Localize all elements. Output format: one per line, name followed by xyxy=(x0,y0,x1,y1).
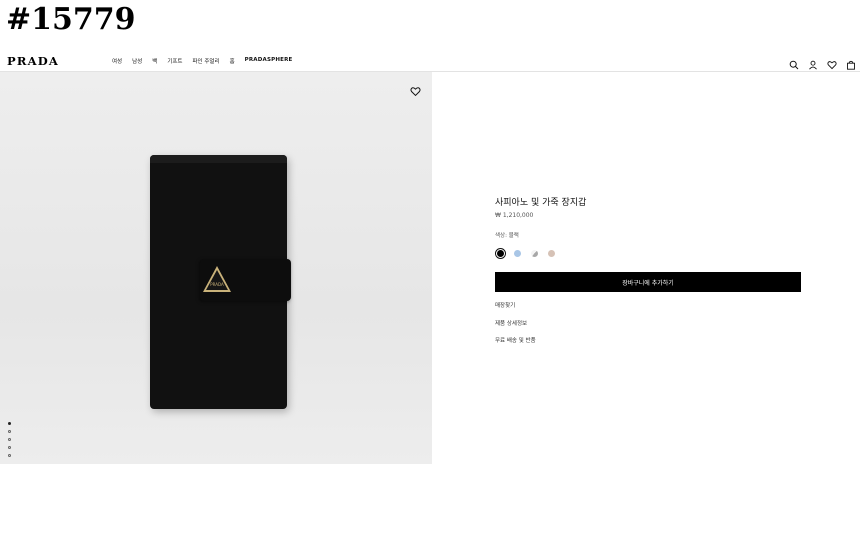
product-details-link[interactable]: 제품 상세정보 xyxy=(495,319,527,327)
screenshot-id-label: #15779 xyxy=(6,2,136,37)
gallery-dot[interactable] xyxy=(8,454,11,457)
product-page: #15779 PRADA 여성 남성 백 기프트 파인 주얼리 홈 PRADAS… xyxy=(0,0,860,539)
user-icon[interactable] xyxy=(808,55,818,70)
heart-icon[interactable] xyxy=(827,55,837,70)
color-swatch-light-blue[interactable] xyxy=(512,248,523,259)
svg-text:PRADA: PRADA xyxy=(210,282,224,287)
site-header: PRADA 여성 남성 백 기프트 파인 주얼리 홈 PRADASPHERE xyxy=(0,50,860,72)
header-icons xyxy=(789,55,856,70)
gallery-dot[interactable] xyxy=(8,422,11,425)
wishlist-heart-icon[interactable] xyxy=(410,82,421,97)
main-nav: 여성 남성 백 기프트 파인 주얼리 홈 PRADASPHERE xyxy=(112,57,293,65)
color-swatches xyxy=(495,248,557,259)
product-image-gallery[interactable]: PRADA xyxy=(0,72,432,464)
gallery-dot[interactable] xyxy=(8,438,11,441)
nav-item-men[interactable]: 남성 xyxy=(132,57,142,65)
nav-item-fine-jewelry[interactable]: 파인 주얼리 xyxy=(193,57,220,65)
gallery-dot[interactable] xyxy=(8,446,11,449)
nav-item-women[interactable]: 여성 xyxy=(112,57,122,65)
bag-icon[interactable] xyxy=(846,55,856,70)
nav-item-bags[interactable]: 백 xyxy=(152,57,157,65)
color-label: 색상: 블랙 xyxy=(495,233,519,239)
add-to-cart-button[interactable]: 장바구니에 추가하기 xyxy=(495,272,801,292)
nav-item-pradasphere[interactable]: PRADASPHERE xyxy=(245,57,293,65)
color-swatch-black[interactable] xyxy=(495,248,506,259)
store-locator-link[interactable]: 매장찾기 xyxy=(495,301,515,309)
product-image-wallet: PRADA xyxy=(150,155,291,409)
prada-logo[interactable]: PRADA xyxy=(7,54,59,68)
product-price: ₩ 1,210,000 xyxy=(495,212,534,219)
color-swatch-white-gray[interactable] xyxy=(529,248,540,259)
color-swatch-beige[interactable] xyxy=(546,248,557,259)
shipping-returns-link[interactable]: 무료 배송 및 반품 xyxy=(495,336,536,344)
gallery-dot[interactable] xyxy=(8,430,11,433)
gallery-pagination xyxy=(8,422,11,457)
search-icon[interactable] xyxy=(789,55,799,70)
product-info-panel: 사피아노 및 가죽 장지갑 ₩ 1,210,000 색상: 블랙 장바구니에 추… xyxy=(495,195,805,344)
product-title: 사피아노 및 가죽 장지갑 xyxy=(495,198,587,208)
triangle-logo-badge: PRADA xyxy=(203,266,231,292)
nav-item-gifts[interactable]: 기프트 xyxy=(167,57,182,65)
nav-item-home[interactable]: 홈 xyxy=(230,57,235,65)
